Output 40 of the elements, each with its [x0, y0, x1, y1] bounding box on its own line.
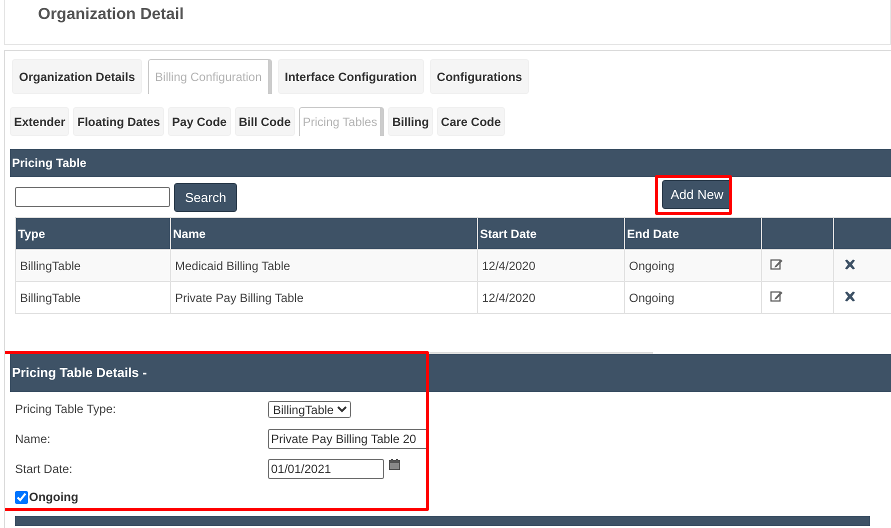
tab[interactable]: Configurations	[430, 59, 530, 94]
column-header: End Date	[624, 218, 762, 250]
field-label: Pricing Table Type:	[15, 402, 117, 416]
name-field[interactable]: Private Pay Billing Table 20	[268, 429, 429, 449]
table-cell: BillingTable	[16, 250, 170, 282]
field-label: Start Date:	[15, 462, 74, 476]
tab[interactable]: Billing	[388, 107, 433, 136]
table-cell: Private Pay Billing Table	[170, 282, 478, 314]
section-header: Pricing Table Details -	[10, 354, 891, 392]
table-cell: 12/4/2020	[478, 250, 624, 282]
table-cell: Ongoing	[624, 250, 762, 282]
date-field[interactable]: 01/01/2021	[268, 459, 384, 479]
table-cell: Medicaid Billing Table	[170, 250, 478, 282]
tab[interactable]: Organization Details	[12, 59, 142, 94]
column-header: Start Date	[478, 218, 624, 250]
field-label: Name:	[15, 432, 52, 446]
edit-icon[interactable]	[770, 290, 783, 302]
ongoing-checkbox[interactable]	[15, 490, 28, 504]
tab[interactable]: Floating Dates	[73, 107, 164, 136]
tab[interactable]: Interface Configuration	[278, 59, 424, 94]
calendar-icon[interactable]	[389, 459, 400, 470]
column-header: Name	[170, 218, 478, 250]
search-button[interactable]: Search	[174, 182, 238, 212]
type-dropdown[interactable]: BillingTable	[268, 400, 351, 418]
delete-icon[interactable]	[844, 290, 856, 302]
add-new-button[interactable]: Add New	[662, 180, 732, 209]
table-cell: 12/4/2020	[478, 282, 624, 314]
section-header: Pricing Table	[10, 149, 891, 177]
search-field[interactable]	[15, 187, 170, 207]
tab[interactable]: Bill Code	[234, 107, 295, 136]
checkbox-label: Ongoing	[29, 490, 78, 504]
tab[interactable]: Extender	[10, 107, 70, 136]
page-title: Organization Detail	[38, 6, 184, 24]
delete-icon[interactable]	[844, 258, 856, 270]
tab[interactable]: Pay Code	[168, 107, 231, 136]
edit-icon[interactable]	[770, 258, 783, 270]
table-cell: BillingTable	[16, 282, 170, 314]
table-cell: Ongoing	[624, 282, 762, 314]
column-header: Type	[16, 218, 170, 250]
tab[interactable]: Care Code	[436, 107, 505, 136]
